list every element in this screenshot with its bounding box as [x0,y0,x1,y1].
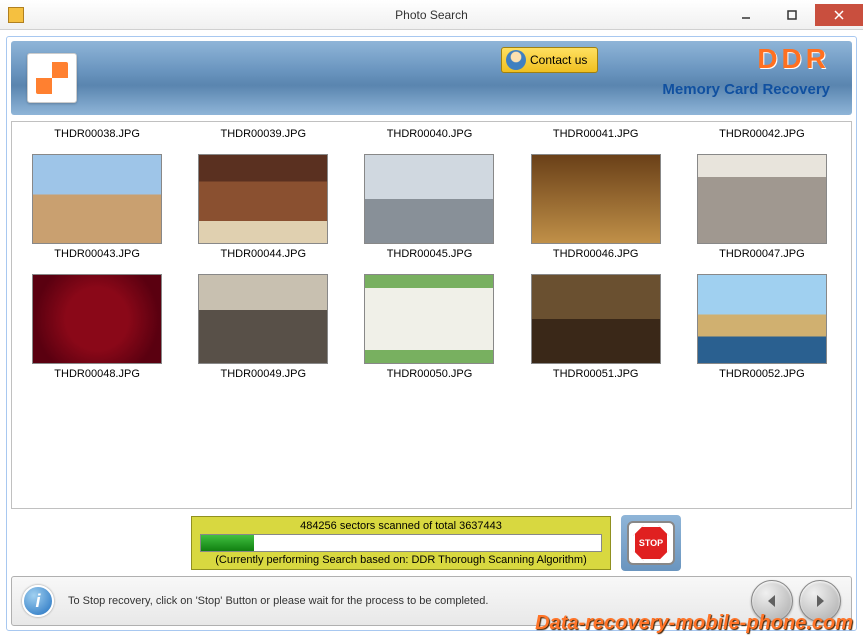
progress-panel: 484256 sectors scanned of total 3637443 … [191,516,611,570]
photo-filename: THDR00043.JPG [18,248,176,260]
photo-item[interactable]: THDR00039.JPG [184,128,342,140]
maximize-button[interactable] [769,4,815,26]
watermark: Data-recovery-mobile-phone.com [535,612,853,635]
photo-item[interactable]: THDR00038.JPG [18,128,176,140]
photo-item[interactable]: THDR00051.JPG [517,268,675,380]
photo-thumbnail [32,274,162,364]
stop-button[interactable]: STOP [627,521,675,565]
photo-filename: THDR00042.JPG [683,128,841,140]
logo-pattern-icon [36,62,68,94]
photo-thumbnail [697,154,827,244]
photo-filename: THDR00038.JPG [18,128,176,140]
photo-filename: THDR00049.JPG [184,368,342,380]
photo-grid-frame: THDR00038.JPG THDR00039.JPG THDR00040.JPG T… [11,121,852,509]
info-icon: i [22,585,54,617]
photo-filename: THDR00041.JPG [517,128,675,140]
photo-item[interactable]: THDR00052.JPG [683,268,841,380]
photo-thumbnail [198,274,328,364]
info-text: To Stop recovery, click on 'Stop' Button… [68,595,488,607]
photo-item[interactable]: THDR00040.JPG [350,128,508,140]
photo-item[interactable]: THDR00049.JPG [184,268,342,380]
photo-filename: THDR00046.JPG [517,248,675,260]
photo-thumbnail [364,154,494,244]
photo-grid-scroll[interactable]: THDR00038.JPG THDR00039.JPG THDR00040.JPG T… [18,128,845,502]
photo-thumbnail [531,154,661,244]
close-button[interactable] [815,4,863,26]
photo-thumbnail [531,274,661,364]
photo-item[interactable]: THDR00050.JPG [350,268,508,380]
photo-item[interactable]: THDR00043.JPG [18,148,176,260]
contact-label: Contact us [530,53,587,67]
photo-filename: THDR00052.JPG [683,368,841,380]
window-body: Contact us DDR Memory Card Recovery THDR… [0,30,863,637]
photo-item[interactable]: THDR00048.JPG [18,268,176,380]
photo-thumbnail [198,154,328,244]
photo-item[interactable]: THDR00042.JPG [683,128,841,140]
header-banner: Contact us DDR Memory Card Recovery [11,41,852,115]
progress-bar [200,534,602,552]
progress-row: 484256 sectors scanned of total 3637443 … [11,515,852,571]
photo-item[interactable]: THDR00044.JPG [184,148,342,260]
contact-us-button[interactable]: Contact us [501,47,598,73]
person-icon [506,50,526,70]
photo-thumbnail [697,274,827,364]
photo-thumbnail [32,154,162,244]
brand-subtitle: Memory Card Recovery [662,81,830,98]
photo-filename: THDR00050.JPG [350,368,508,380]
progress-bar-fill [201,535,254,551]
progress-status-text: 484256 sectors scanned of total 3637443 [200,520,602,532]
photo-item[interactable]: THDR00045.JPG [350,148,508,260]
photo-filename: THDR00044.JPG [184,248,342,260]
photo-filename: THDR00047.JPG [683,248,841,260]
titlebar: Photo Search [0,0,863,30]
photo-item[interactable]: THDR00047.JPG [683,148,841,260]
brand-logo: DDR [757,43,830,75]
app-icon [8,7,24,23]
stop-area: STOP [621,515,681,571]
window-title: Photo Search [395,8,468,22]
app-logo [27,53,77,103]
photo-item[interactable]: THDR00041.JPG [517,128,675,140]
photo-filename: THDR00051.JPG [517,368,675,380]
photo-filename: THDR00039.JPG [184,128,342,140]
photo-filename: THDR00040.JPG [350,128,508,140]
photo-grid: THDR00038.JPG THDR00039.JPG THDR00040.JPG T… [18,128,841,380]
outer-frame: Contact us DDR Memory Card Recovery THDR… [6,36,857,631]
minimize-button[interactable] [723,4,769,26]
photo-filename: THDR00045.JPG [350,248,508,260]
progress-algorithm-text: (Currently performing Search based on: D… [200,554,602,566]
photo-filename: THDR00048.JPG [18,368,176,380]
window-controls [723,4,863,26]
photo-item[interactable]: THDR00046.JPG [517,148,675,260]
photo-thumbnail [364,274,494,364]
stop-icon: STOP [633,525,669,561]
